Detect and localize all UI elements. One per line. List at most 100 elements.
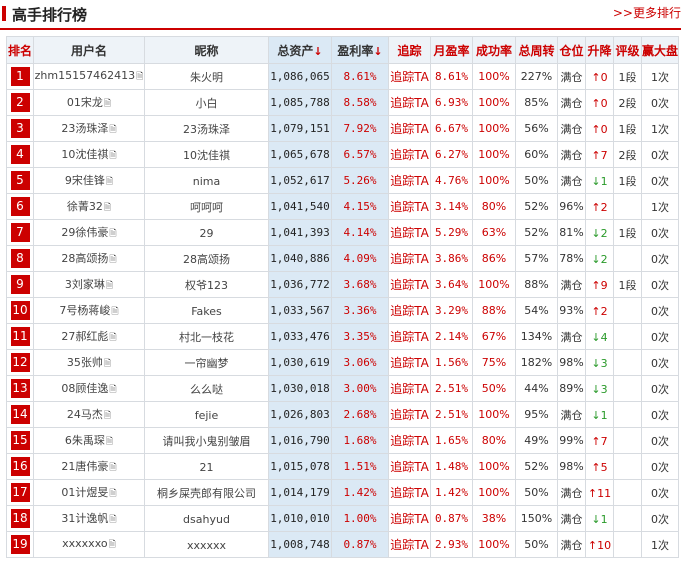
col-grade[interactable]: 评级 bbox=[613, 36, 642, 64]
nickname-link[interactable]: dsahyud bbox=[183, 513, 230, 526]
nickname-link[interactable]: fejie bbox=[195, 409, 219, 422]
document-icon[interactable]: 🗎 bbox=[104, 99, 111, 109]
track-button[interactable]: 追踪TA bbox=[390, 512, 429, 526]
col-total-assets[interactable]: 总资产↓ bbox=[268, 36, 332, 64]
table-row: 19 xxxxxxo🗎 xxxxxx 1,008,748 0.87% 追踪TA 2.93% 1… bbox=[6, 531, 680, 558]
track-button[interactable]: 追踪TA bbox=[390, 252, 429, 266]
table-row: 11 27郝红彪🗎 村北一枝花 1,033,476 3.35% 追踪TA 2.14% 67% 1… bbox=[6, 323, 680, 350]
nickname-link[interactable]: 么么哒 bbox=[190, 383, 223, 396]
col-success-rate[interactable]: 成功率 bbox=[472, 36, 516, 64]
table-row: 13 08顾佳逸🗎 么么哒 1,030,018 3.00% 追踪TA 2.51% 50% 44%… bbox=[6, 375, 680, 402]
success-rate: 100% bbox=[472, 63, 516, 90]
col-beat-market[interactable]: 赢大盘 bbox=[640, 36, 680, 64]
username-link[interactable]: 01计煜旻 bbox=[61, 486, 108, 499]
nickname-link[interactable]: 10沈佳祺 bbox=[183, 149, 230, 162]
track-button[interactable]: 追踪TA bbox=[390, 460, 429, 474]
username-link[interactable]: 35张帅 bbox=[67, 356, 103, 369]
nickname-link[interactable]: 29 bbox=[200, 227, 214, 240]
nickname-link[interactable]: 村北一枝花 bbox=[179, 331, 234, 344]
username-link[interactable]: 9宋佳锋 bbox=[65, 174, 105, 187]
monthly-rate: 3.14% bbox=[430, 193, 473, 220]
track-button[interactable]: 追踪TA bbox=[390, 200, 429, 214]
nickname-link[interactable]: 23汤珠泽 bbox=[183, 123, 230, 136]
change-cell: ↑10 bbox=[585, 531, 614, 558]
document-icon[interactable]: 🗎 bbox=[136, 72, 143, 82]
document-icon[interactable]: 🗎 bbox=[109, 515, 116, 525]
col-monthly-rate[interactable]: 月盈率 bbox=[430, 36, 473, 64]
document-icon[interactable]: 🗎 bbox=[109, 255, 116, 265]
username-link[interactable]: 21唐伟豪 bbox=[61, 460, 108, 473]
nickname-link[interactable]: 桐乡屎壳郎有限公司 bbox=[157, 487, 256, 500]
document-icon[interactable]: 🗎 bbox=[106, 177, 113, 187]
username-link[interactable]: xxxxxxo bbox=[62, 537, 107, 550]
col-rank[interactable]: 排名 bbox=[6, 36, 34, 64]
nickname-link[interactable]: 一帘幽梦 bbox=[185, 357, 229, 370]
rank-cell: 1 bbox=[6, 63, 34, 90]
nickname-link[interactable]: 请叫我小鬼别皱眉 bbox=[163, 435, 251, 448]
track-button[interactable]: 追踪TA bbox=[390, 278, 429, 292]
username-link[interactable]: 24马杰 bbox=[67, 408, 103, 421]
username-link[interactable]: 6朱禹琛 bbox=[65, 434, 105, 447]
track-button[interactable]: 追踪TA bbox=[390, 486, 429, 500]
col-position[interactable]: 仓位 bbox=[557, 36, 586, 64]
username-link[interactable]: 10沈佳祺 bbox=[61, 148, 108, 161]
document-icon[interactable]: 🗎 bbox=[109, 489, 116, 499]
beat-market: 1次 bbox=[640, 63, 680, 90]
col-profit-rate-label: 盈利率 bbox=[337, 43, 374, 58]
track-button[interactable]: 追踪TA bbox=[390, 408, 429, 422]
document-icon[interactable]: 🗎 bbox=[104, 411, 111, 421]
username-link[interactable]: zhm15157462413 bbox=[35, 69, 135, 82]
nickname-link[interactable]: 28高颂扬 bbox=[183, 253, 230, 266]
nickname-link[interactable]: nima bbox=[193, 175, 220, 188]
track-button[interactable]: 追踪TA bbox=[390, 304, 429, 318]
track-button[interactable]: 追踪TA bbox=[390, 382, 429, 396]
track-button[interactable]: 追踪TA bbox=[390, 148, 429, 162]
col-change[interactable]: 升降 bbox=[585, 36, 614, 64]
more-rankings-link[interactable]: >>更多排行 bbox=[613, 4, 681, 21]
beat-market: 0次 bbox=[640, 219, 680, 246]
username-link[interactable]: 23汤珠泽 bbox=[61, 122, 108, 135]
document-icon[interactable]: 🗎 bbox=[109, 229, 116, 239]
nickname-link[interactable]: xxxxxx bbox=[187, 539, 226, 552]
track-button[interactable]: 追踪TA bbox=[390, 122, 429, 136]
nickname-link[interactable]: 呵呵呵 bbox=[190, 201, 223, 214]
nickname-link[interactable]: 21 bbox=[200, 461, 214, 474]
document-icon[interactable]: 🗎 bbox=[104, 359, 111, 369]
track-button[interactable]: 追踪TA bbox=[390, 96, 429, 110]
username-link[interactable]: 31计逸帆 bbox=[61, 512, 108, 525]
document-icon[interactable]: 🗎 bbox=[109, 463, 116, 473]
username-link[interactable]: 27郝红彪 bbox=[61, 330, 108, 343]
username-link[interactable]: 7号杨蒋峻 bbox=[59, 304, 110, 317]
nickname-link[interactable]: 朱火明 bbox=[190, 71, 223, 84]
document-icon[interactable]: 🗎 bbox=[109, 151, 116, 161]
username-link[interactable]: 08顾佳逸 bbox=[61, 382, 108, 395]
track-button[interactable]: 追踪TA bbox=[390, 226, 429, 240]
track-button[interactable]: 追踪TA bbox=[390, 330, 429, 344]
document-icon[interactable]: 🗎 bbox=[109, 540, 116, 550]
col-profit-rate[interactable]: 盈利率↓ bbox=[331, 36, 389, 64]
document-icon[interactable]: 🗎 bbox=[106, 281, 113, 291]
username-link[interactable]: 28高颂扬 bbox=[61, 252, 108, 265]
col-turnover[interactable]: 总周转 bbox=[515, 36, 558, 64]
position: 98% bbox=[557, 349, 586, 376]
username-link[interactable]: 01宋龙 bbox=[67, 96, 103, 109]
track-button[interactable]: 追踪TA bbox=[390, 434, 429, 448]
nickname-link[interactable]: 小白 bbox=[196, 97, 218, 110]
position: 满仓 bbox=[557, 479, 586, 506]
document-icon[interactable]: 🗎 bbox=[109, 333, 116, 343]
document-icon[interactable]: 🗎 bbox=[106, 437, 113, 447]
document-icon[interactable]: 🗎 bbox=[104, 203, 111, 213]
table-row: 9 3刘家琳🗎 权爷123 1,036,772 3.68% 追踪TA 3.64% 100% 88… bbox=[6, 271, 680, 298]
username-link[interactable]: 29徐伟豪 bbox=[61, 226, 108, 239]
username-link[interactable]: 3刘家琳 bbox=[65, 278, 105, 291]
nickname-link[interactable]: Fakes bbox=[191, 305, 222, 318]
track-button[interactable]: 追踪TA bbox=[390, 356, 429, 370]
document-icon[interactable]: 🗎 bbox=[111, 307, 118, 317]
username-link[interactable]: 徐菁32 bbox=[67, 200, 103, 213]
document-icon[interactable]: 🗎 bbox=[109, 125, 116, 135]
track-button[interactable]: 追踪TA bbox=[390, 174, 429, 188]
nickname-link[interactable]: 权爷123 bbox=[185, 279, 228, 292]
track-button[interactable]: 追踪TA bbox=[390, 538, 429, 552]
track-button[interactable]: 追踪TA bbox=[390, 70, 429, 84]
document-icon[interactable]: 🗎 bbox=[109, 385, 116, 395]
